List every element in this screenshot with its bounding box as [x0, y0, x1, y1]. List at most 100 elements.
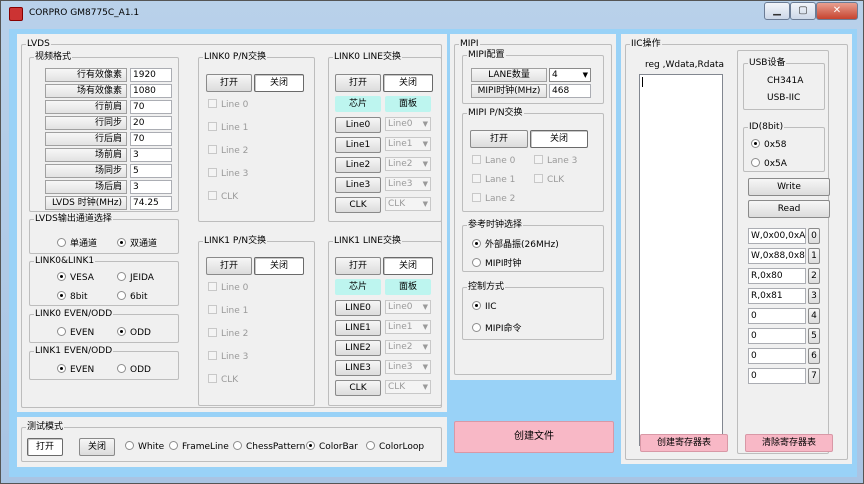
register-index-button[interactable]: 6 [808, 348, 820, 364]
line-button[interactable]: LINE2 [335, 340, 381, 356]
register-value-input[interactable]: 0 [748, 348, 806, 364]
link1-even-radio[interactable]: EVEN [57, 364, 94, 375]
register-index-button[interactable]: 7 [808, 368, 820, 384]
line-select[interactable]: CLK ▼ [385, 197, 431, 211]
register-listbox[interactable] [639, 74, 723, 446]
register-value-input[interactable]: W,0x88,0x80 [748, 248, 806, 264]
link0-pn-close-button[interactable]: 关闭 [254, 74, 304, 92]
line-button[interactable]: LINE3 [335, 360, 381, 376]
line-button[interactable]: Line1 [335, 137, 381, 153]
mipi-clock-radio[interactable]: MIPI时钟 [472, 256, 522, 269]
read-button[interactable]: Read [748, 200, 830, 218]
video-param-input[interactable]: 1920 [130, 68, 172, 82]
6bit-radio[interactable]: 6bit [117, 291, 147, 302]
mipi-pn-open-button[interactable]: 打开 [470, 130, 528, 148]
pn-line-checkbox[interactable]: Line 1 [208, 122, 248, 133]
vesa-radio[interactable]: VESA [57, 272, 94, 283]
video-param-input[interactable]: 74.25 [130, 196, 172, 210]
link1-odd-radio[interactable]: ODD [117, 364, 151, 375]
link1-pn-open-button[interactable]: 打开 [206, 257, 252, 275]
iic-radio[interactable]: IIC [472, 301, 497, 312]
pn-line-checkbox[interactable]: CLK [208, 191, 238, 202]
line-select[interactable]: Line2 ▼ [385, 340, 431, 354]
pn-line-checkbox[interactable]: Line 2 [208, 145, 248, 156]
pn-line-checkbox[interactable]: Line 0 [208, 99, 248, 110]
title-bar[interactable]: CORPRO GM8775C_A1.1 ▁ ▢ ✕ [1, 1, 863, 27]
test-open-button[interactable]: 打开 [27, 438, 63, 456]
register-value-input[interactable]: 0 [748, 328, 806, 344]
lane-count-select[interactable]: 4 ▼ [549, 68, 591, 82]
video-param-input[interactable]: 70 [130, 100, 172, 114]
register-index-button[interactable]: 4 [808, 308, 820, 324]
jeida-radio[interactable]: JEIDA [117, 272, 154, 283]
lane0-checkbox[interactable]: Lane 0 [472, 155, 515, 166]
lane2-checkbox[interactable]: Lane 2 [472, 193, 515, 204]
link1-line-close-button[interactable]: 关闭 [383, 257, 433, 275]
id-0x5a-radio[interactable]: 0x5A [751, 158, 787, 169]
line-button[interactable]: Line2 [335, 157, 381, 173]
register-index-button[interactable]: 3 [808, 288, 820, 304]
link1-pn-close-button[interactable]: 关闭 [254, 257, 304, 275]
minimize-icon[interactable]: ▁ [764, 2, 790, 20]
test-pattern-radio[interactable]: ColorLoop [366, 441, 424, 452]
line-select[interactable]: Line3 ▼ [385, 177, 431, 191]
pn-line-checkbox[interactable]: Line 2 [208, 328, 248, 339]
create-register-table-button[interactable]: 创建寄存器表 [640, 434, 728, 452]
line-select[interactable]: Line0 ▼ [385, 117, 431, 131]
link1-line-open-button[interactable]: 打开 [335, 257, 381, 275]
video-param-input[interactable]: 70 [130, 132, 172, 146]
test-close-button[interactable]: 关闭 [79, 438, 115, 456]
lane1-checkbox[interactable]: Lane 1 [472, 174, 515, 185]
write-button[interactable]: Write [748, 178, 830, 196]
video-param-input[interactable]: 20 [130, 116, 172, 130]
line-button[interactable]: LINE0 [335, 300, 381, 316]
pn-line-checkbox[interactable]: CLK [208, 374, 238, 385]
pn-line-checkbox[interactable]: Line 3 [208, 351, 248, 362]
line-select[interactable]: Line0 ▼ [385, 300, 431, 314]
pn-line-checkbox[interactable]: Line 1 [208, 305, 248, 316]
register-value-input[interactable]: R,0x81 [748, 288, 806, 304]
link0-odd-radio[interactable]: ODD [117, 327, 151, 338]
register-value-input[interactable]: 0 [748, 368, 806, 384]
register-value-input[interactable]: W,0x00,0xAA [748, 228, 806, 244]
line-select[interactable]: Line3 ▼ [385, 360, 431, 374]
single-channel-radio[interactable]: 单通道 [57, 236, 97, 249]
external-crystal-radio[interactable]: 外部晶振(26MHz) [472, 237, 559, 250]
video-param-input[interactable]: 5 [130, 164, 172, 178]
close-icon[interactable]: ✕ [816, 2, 858, 20]
video-param-input[interactable]: 3 [130, 148, 172, 162]
test-pattern-radio[interactable]: White [125, 441, 164, 452]
dual-channel-radio[interactable]: 双通道 [117, 236, 157, 249]
test-pattern-radio[interactable]: FrameLine [169, 441, 229, 452]
line-button[interactable]: Line3 [335, 177, 381, 193]
create-file-button[interactable]: 创建文件 [454, 421, 614, 453]
line-select[interactable]: Line1 ▼ [385, 137, 431, 151]
line-select[interactable]: CLK ▼ [385, 380, 431, 394]
test-pattern-radio[interactable]: ColorBar [306, 441, 358, 452]
link0-line-open-button[interactable]: 打开 [335, 74, 381, 92]
mipi-pn-close-button[interactable]: 关闭 [530, 130, 588, 148]
maximize-icon[interactable]: ▢ [790, 2, 816, 20]
link0-line-close-button[interactable]: 关闭 [383, 74, 433, 92]
mipi-command-radio[interactable]: MIPI命令 [472, 321, 522, 334]
clear-register-table-button[interactable]: 清除寄存器表 [745, 434, 833, 452]
pn-line-checkbox[interactable]: Line 3 [208, 168, 248, 179]
register-value-input[interactable]: 0 [748, 308, 806, 324]
line-select[interactable]: Line2 ▼ [385, 157, 431, 171]
id-0x58-radio[interactable]: 0x58 [751, 139, 787, 150]
line-button[interactable]: Line0 [335, 117, 381, 133]
register-index-button[interactable]: 0 [808, 228, 820, 244]
mipi-clk-checkbox[interactable]: CLK [534, 174, 564, 185]
register-index-button[interactable]: 1 [808, 248, 820, 264]
test-pattern-radio[interactable]: ChessPattern [233, 441, 305, 452]
line-button[interactable]: LINE1 [335, 320, 381, 336]
register-index-button[interactable]: 5 [808, 328, 820, 344]
8bit-radio[interactable]: 8bit [57, 291, 87, 302]
line-button[interactable]: CLK [335, 380, 381, 396]
register-index-button[interactable]: 2 [808, 268, 820, 284]
link0-pn-open-button[interactable]: 打开 [206, 74, 252, 92]
line-select[interactable]: Line1 ▼ [385, 320, 431, 334]
register-value-input[interactable]: R,0x80 [748, 268, 806, 284]
line-button[interactable]: CLK [335, 197, 381, 213]
pn-line-checkbox[interactable]: Line 0 [208, 282, 248, 293]
